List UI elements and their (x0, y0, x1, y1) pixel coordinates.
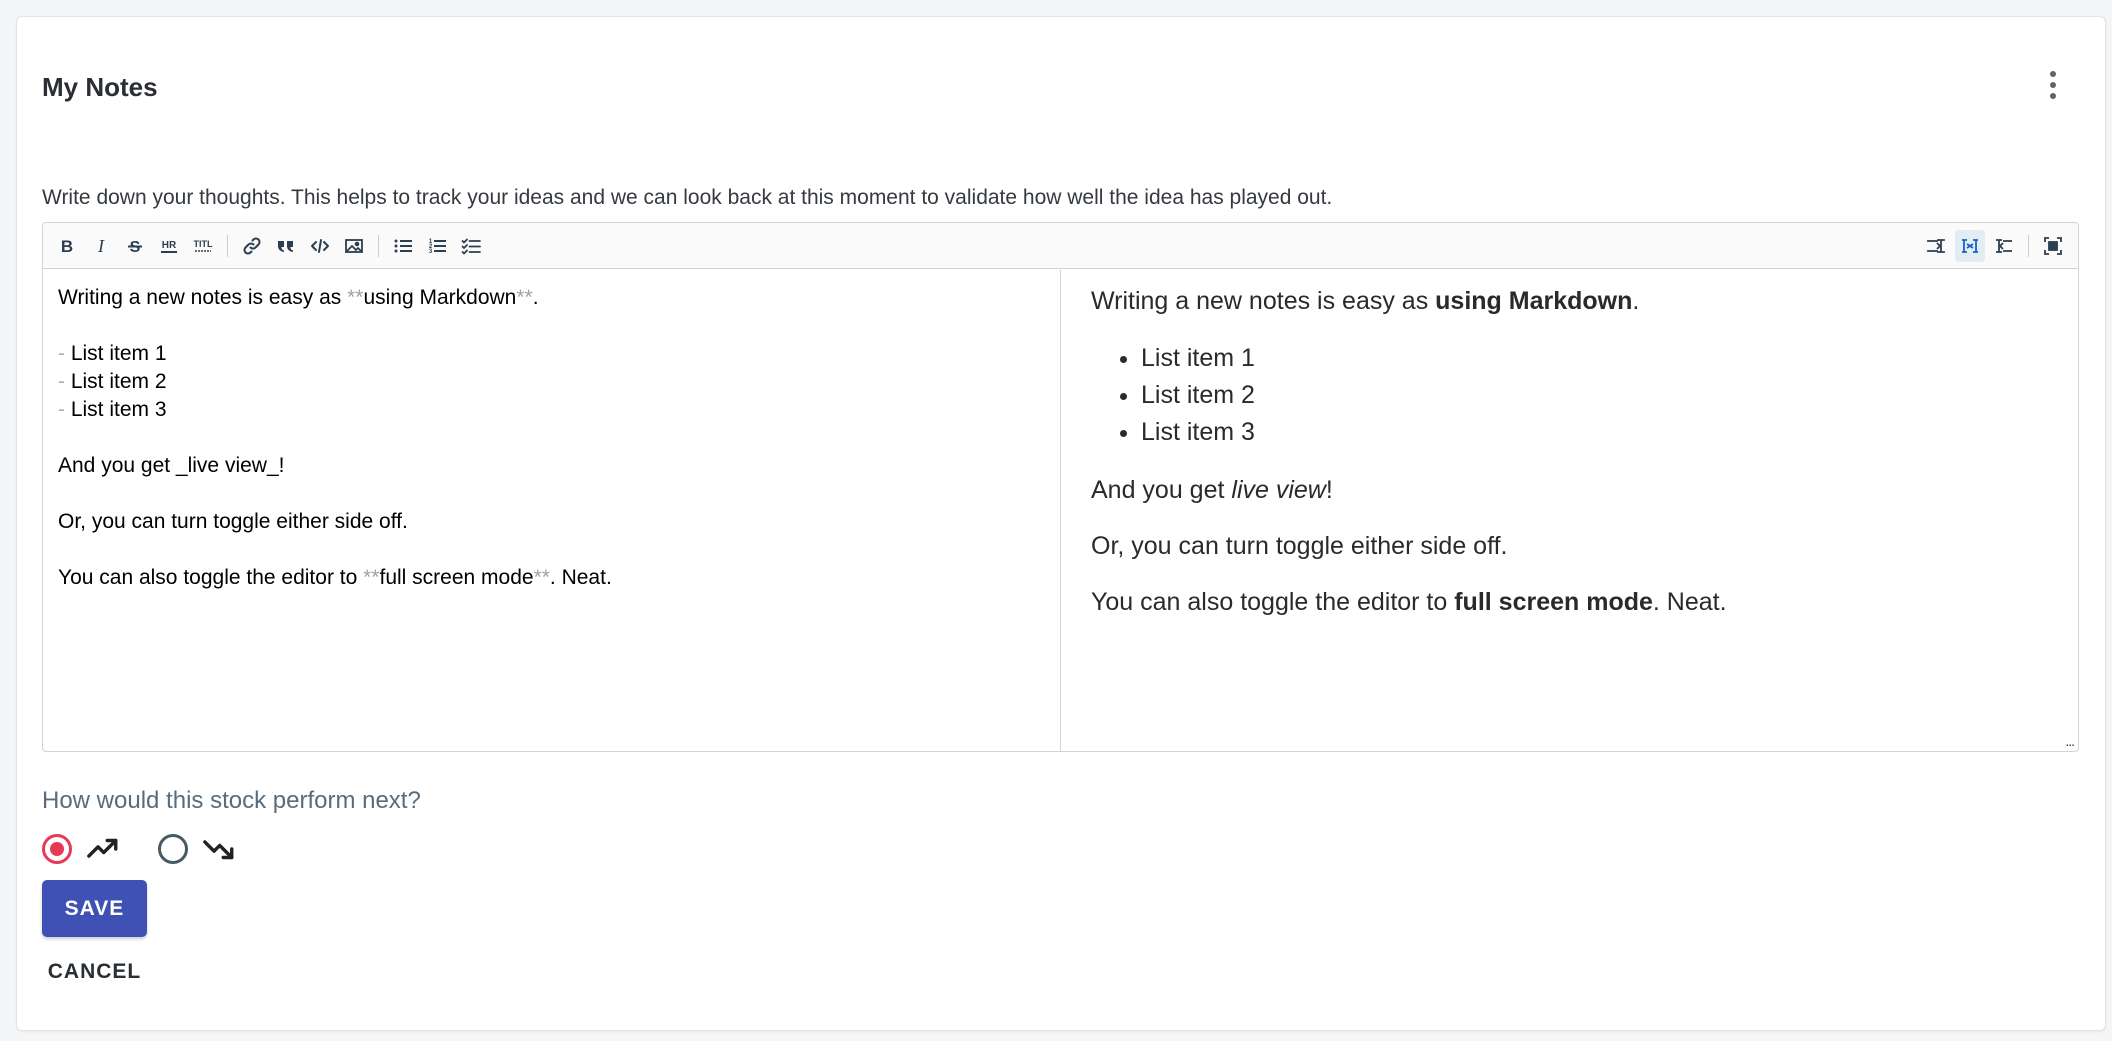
bold-icon[interactable]: B (52, 230, 82, 262)
markdown-editor: B I S HR TITL (42, 222, 2079, 752)
preview-paragraph: You can also toggle the editor to full s… (1091, 588, 1727, 616)
svg-text:HR: HR (162, 240, 177, 251)
bullet-list-icon[interactable] (388, 230, 418, 262)
cancel-button[interactable]: CANCEL (42, 947, 147, 997)
list-item: List item 1 (1141, 340, 2049, 377)
editor-only-icon[interactable] (1921, 230, 1951, 262)
svg-text:TITL: TITL (194, 239, 213, 249)
strikethrough-icon[interactable]: S (120, 230, 150, 262)
trending-up-icon (87, 838, 118, 858)
editor-line: You can also toggle the editor to **full… (58, 566, 612, 589)
editor-line: Writing a new notes is easy as **using M… (58, 286, 539, 309)
notes-description: Write down your thoughts. This helps to … (42, 186, 1333, 209)
checklist-icon[interactable] (456, 230, 486, 262)
preview-paragraph: Writing a new notes is easy as using Mar… (1091, 287, 1640, 315)
fullscreen-icon[interactable] (2038, 230, 2068, 262)
editor-blank-line (58, 480, 1045, 508)
performance-options (42, 832, 274, 866)
editor-line: And you get _live view_! (58, 454, 285, 477)
svg-text:B: B (61, 237, 73, 256)
preview-list: List item 1 List item 2 List item 3 (1141, 340, 2049, 451)
radio-down[interactable] (158, 834, 188, 864)
editor-blank-line (58, 312, 1045, 340)
preview-paragraph: Or, you can turn toggle either side off. (1091, 532, 1508, 560)
editor-toolbar: B I S HR TITL (43, 223, 2078, 269)
side-by-side-icon[interactable] (1955, 230, 1985, 262)
editor-list-line: - List item 2 (58, 370, 167, 393)
more-vert-icon[interactable] (2043, 71, 2063, 99)
svg-text:3: 3 (429, 249, 433, 255)
editor-blank-line (58, 536, 1045, 564)
card-title: My Notes (42, 72, 158, 102)
editor-blank-line (58, 424, 1045, 452)
resize-grip[interactable]: ... (2065, 733, 2075, 749)
code-icon[interactable] (305, 230, 335, 262)
horizontal-rule-icon[interactable]: HR (154, 230, 184, 262)
preview-paragraph: And you get live view! (1091, 476, 1333, 504)
save-button[interactable]: SAVE (42, 880, 147, 937)
editor-list-line: - List item 1 (58, 342, 167, 365)
radio-up[interactable] (42, 834, 72, 864)
markdown-source-pane[interactable]: Writing a new notes is easy as **using M… (43, 270, 1061, 751)
image-icon[interactable] (339, 230, 369, 262)
svg-text:I: I (97, 236, 105, 256)
list-item: List item 2 (1141, 377, 2049, 414)
editor-line: Or, you can turn toggle either side off. (58, 510, 408, 533)
title-icon[interactable]: TITL (188, 230, 218, 262)
trending-down-icon (203, 840, 234, 860)
list-item: List item 3 (1141, 414, 2049, 451)
editor-list-line: - List item 3 (58, 398, 167, 421)
notes-card: My Notes Write down your thoughts. This … (16, 16, 2106, 1031)
numbered-list-icon[interactable]: 123 (422, 230, 452, 262)
italic-icon[interactable]: I (86, 230, 116, 262)
markdown-preview-pane: Writing a new notes is easy as using Mar… (1062, 270, 2078, 751)
quote-icon[interactable] (271, 230, 301, 262)
preview-only-icon[interactable] (1989, 230, 2019, 262)
link-icon[interactable] (237, 230, 267, 262)
performance-question: How would this stock perform next? (42, 787, 421, 814)
